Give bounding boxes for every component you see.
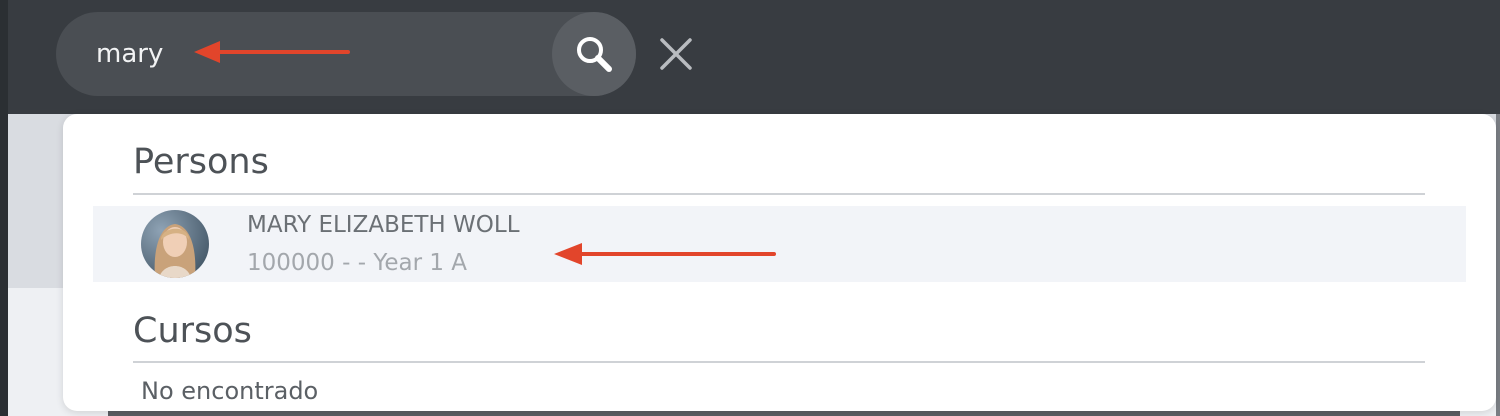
left-edge [0,0,8,416]
courses-empty-message: No encontrado [141,377,319,405]
search-results-dropdown: Persons MARY ELIZABETH WOLL 100000 - - Y… [63,114,1496,411]
search-icon [572,32,616,76]
person-result-row[interactable]: MARY ELIZABETH WOLL 100000 - - Year 1 A [93,206,1466,282]
annotation-arrow-icon [192,38,352,70]
person-name: MARY ELIZABETH WOLL [247,212,520,238]
courses-divider [133,361,1425,363]
close-icon [659,37,693,71]
clear-search-button[interactable] [652,28,700,80]
persons-heading: Persons [133,142,269,182]
annotation-arrow-icon [552,240,778,272]
avatar [141,210,209,278]
courses-heading: Cursos [133,311,252,351]
persons-divider [133,193,1425,195]
scrollbar-edge [1496,114,1500,416]
person-details: 100000 - - Year 1 A [247,250,468,276]
search-button[interactable] [552,12,636,96]
